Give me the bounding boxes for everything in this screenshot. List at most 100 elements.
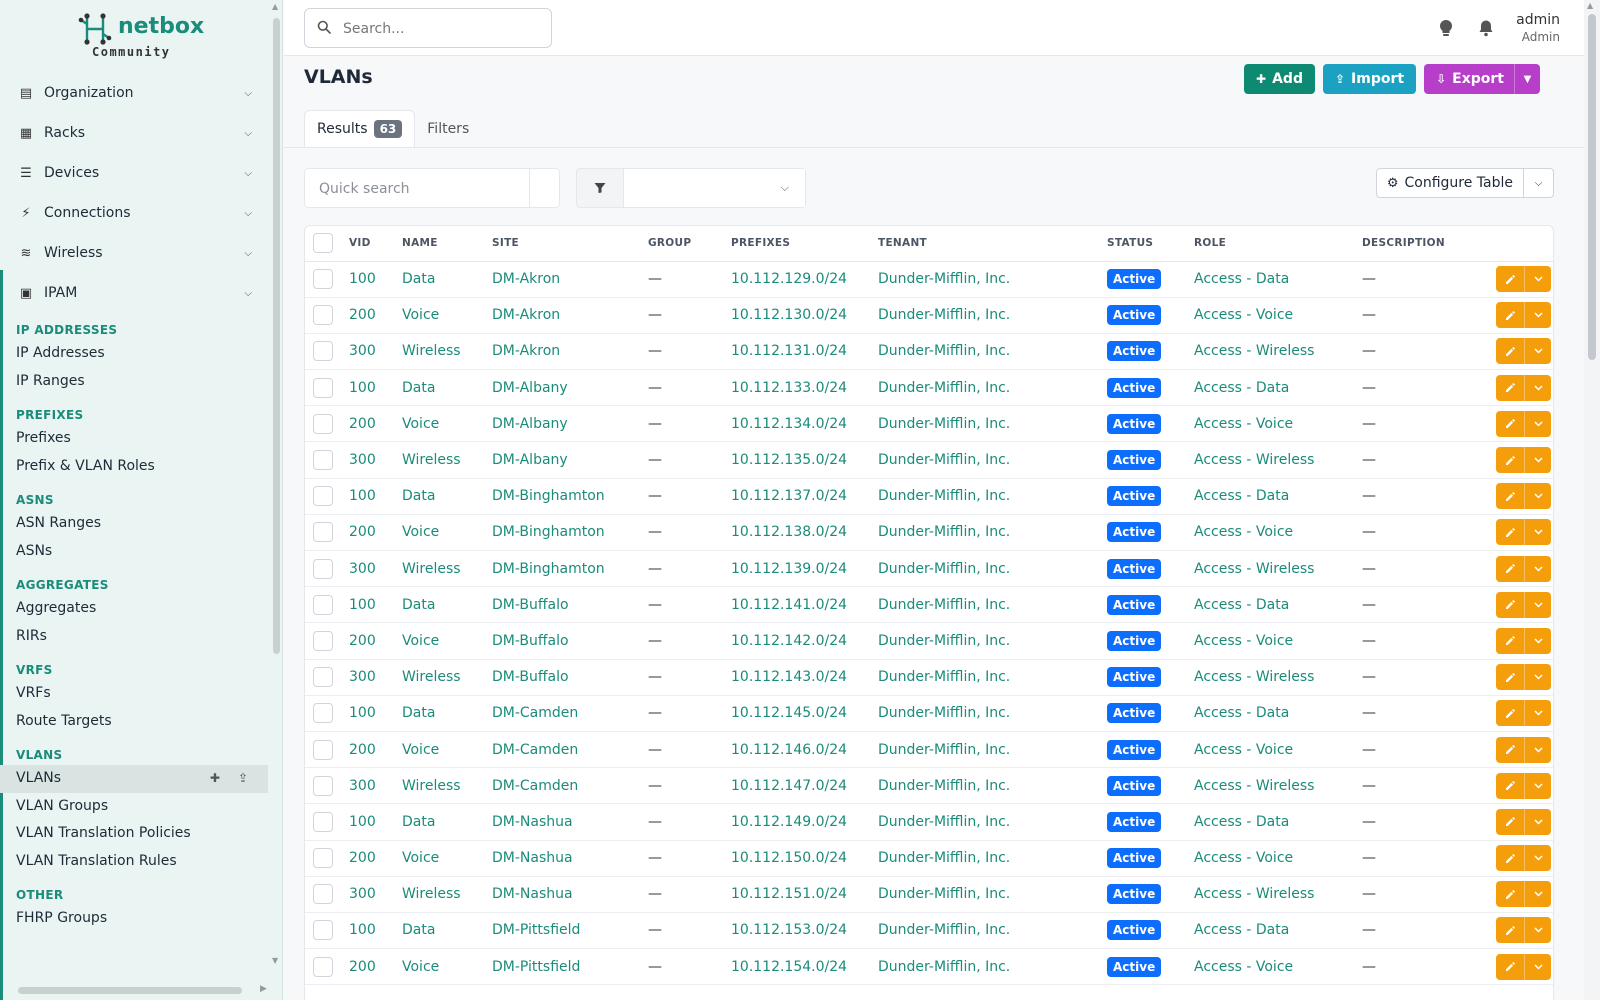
- edit-button[interactable]: [1496, 700, 1524, 727]
- name-link[interactable]: Voice: [402, 850, 439, 866]
- prefixes-link[interactable]: 10.112.139.0/24: [731, 561, 847, 577]
- sidebar-item-connections[interactable]: ⚡ Connections ⌵: [0, 193, 270, 233]
- row-menu-button[interactable]: [1524, 953, 1551, 980]
- upload-icon[interactable]: ⇪: [238, 771, 248, 785]
- prefixes-link[interactable]: 10.112.153.0/24: [731, 922, 847, 938]
- site-link[interactable]: DM-Nashua: [492, 850, 573, 866]
- role-link[interactable]: Access - Voice: [1194, 633, 1293, 649]
- main-vertical-scrollbar[interactable]: ▲: [1584, 0, 1600, 1000]
- edit-button[interactable]: [1496, 338, 1524, 365]
- scroll-right-icon[interactable]: ▶: [260, 984, 267, 994]
- sidebar-link-ip-addresses[interactable]: IP Addresses: [0, 340, 270, 368]
- tenant-link[interactable]: Dunder-Mifflin, Inc.: [878, 597, 1010, 613]
- edit-button[interactable]: [1496, 664, 1524, 691]
- vid-link[interactable]: 200: [349, 524, 376, 540]
- row-menu-button[interactable]: [1524, 447, 1551, 474]
- role-link[interactable]: Access - Data: [1194, 271, 1289, 287]
- prefixes-link[interactable]: 10.112.130.0/24: [731, 307, 847, 323]
- site-link[interactable]: DM-Camden: [492, 742, 578, 758]
- row-menu-button[interactable]: [1524, 736, 1551, 763]
- vid-link[interactable]: 100: [349, 922, 376, 938]
- prefixes-link[interactable]: 10.112.151.0/24: [731, 886, 847, 902]
- configure-table-button[interactable]: ⚙ Configure Table ⌵: [1375, 168, 1554, 198]
- tenant-link[interactable]: Dunder-Mifflin, Inc.: [878, 633, 1010, 649]
- role-link[interactable]: Access - Wireless: [1194, 669, 1314, 685]
- quick-search[interactable]: [304, 168, 560, 208]
- column-header-group[interactable]: GROUP: [648, 226, 731, 262]
- bell-icon[interactable]: [1476, 18, 1496, 38]
- site-link[interactable]: DM-Albany: [492, 416, 568, 432]
- edit-button[interactable]: [1496, 627, 1524, 654]
- edit-button[interactable]: [1496, 519, 1524, 546]
- row-checkbox[interactable]: [313, 884, 333, 905]
- name-link[interactable]: Voice: [402, 633, 439, 649]
- tenant-link[interactable]: Dunder-Mifflin, Inc.: [878, 742, 1010, 758]
- role-link[interactable]: Access - Data: [1194, 488, 1289, 504]
- vid-link[interactable]: 100: [349, 380, 376, 396]
- name-link[interactable]: Voice: [402, 416, 439, 432]
- name-link[interactable]: Wireless: [402, 343, 461, 359]
- prefixes-link[interactable]: 10.112.129.0/24: [731, 271, 847, 287]
- sidebar-link-vlan-translation-policies[interactable]: VLAN Translation Policies: [0, 820, 270, 848]
- scrollbar-thumb[interactable]: [273, 18, 280, 654]
- sidebar-link-ip-ranges[interactable]: IP Ranges: [0, 368, 270, 396]
- role-link[interactable]: Access - Data: [1194, 380, 1289, 396]
- tenant-link[interactable]: Dunder-Mifflin, Inc.: [878, 778, 1010, 794]
- netbox-logo[interactable]: netbox Community: [78, 12, 208, 62]
- vid-link[interactable]: 200: [349, 742, 376, 758]
- lightbulb-icon[interactable]: [1436, 18, 1456, 38]
- row-checkbox[interactable]: [313, 594, 333, 615]
- row-checkbox[interactable]: [313, 667, 333, 688]
- role-link[interactable]: Access - Voice: [1194, 416, 1293, 432]
- sidebar-link-asns[interactable]: ASNs: [0, 538, 270, 566]
- global-search[interactable]: [304, 8, 552, 48]
- vid-link[interactable]: 200: [349, 959, 376, 975]
- site-link[interactable]: DM-Nashua: [492, 814, 573, 830]
- sidebar-link-vlan-groups[interactable]: VLAN Groups: [0, 793, 270, 821]
- prefixes-link[interactable]: 10.112.134.0/24: [731, 416, 847, 432]
- column-header-name[interactable]: NAME: [402, 226, 492, 262]
- vid-link[interactable]: 100: [349, 271, 376, 287]
- row-menu-button[interactable]: [1524, 555, 1551, 582]
- prefixes-link[interactable]: 10.112.145.0/24: [731, 705, 847, 721]
- tenant-link[interactable]: Dunder-Mifflin, Inc.: [878, 452, 1010, 468]
- name-link[interactable]: Voice: [402, 524, 439, 540]
- column-header-tenant[interactable]: TENANT: [878, 226, 1107, 262]
- vid-link[interactable]: 300: [349, 343, 376, 359]
- column-header-description[interactable]: DESCRIPTION: [1362, 226, 1482, 262]
- edit-button[interactable]: [1496, 591, 1524, 618]
- row-menu-button[interactable]: [1524, 410, 1551, 437]
- row-menu-button[interactable]: [1524, 483, 1551, 510]
- tenant-link[interactable]: Dunder-Mifflin, Inc.: [878, 561, 1010, 577]
- scrollbar-thumb[interactable]: [18, 987, 242, 994]
- tenant-link[interactable]: Dunder-Mifflin, Inc.: [878, 886, 1010, 902]
- edit-button[interactable]: [1496, 447, 1524, 474]
- column-header-site[interactable]: SITE: [492, 226, 648, 262]
- role-link[interactable]: Access - Wireless: [1194, 343, 1314, 359]
- role-link[interactable]: Access - Data: [1194, 814, 1289, 830]
- select-all-checkbox[interactable]: [313, 233, 333, 254]
- row-menu-button[interactable]: [1524, 664, 1551, 691]
- column-header-vid[interactable]: VID: [349, 226, 402, 262]
- site-link[interactable]: DM-Pittsfield: [492, 922, 580, 938]
- vid-link[interactable]: 200: [349, 307, 376, 323]
- row-checkbox[interactable]: [313, 486, 333, 507]
- sidebar-horizontal-scrollbar[interactable]: ▶: [0, 984, 270, 996]
- role-link[interactable]: Access - Wireless: [1194, 561, 1314, 577]
- name-link[interactable]: Wireless: [402, 886, 461, 902]
- role-link[interactable]: Access - Voice: [1194, 959, 1293, 975]
- edit-button[interactable]: [1496, 266, 1524, 293]
- sidebar-item-organization[interactable]: ▤ Organization ⌵: [0, 73, 270, 113]
- row-checkbox[interactable]: [313, 630, 333, 651]
- column-header-prefixes[interactable]: PREFIXES: [731, 226, 878, 262]
- row-checkbox[interactable]: [313, 703, 333, 724]
- site-link[interactable]: DM-Albany: [492, 452, 568, 468]
- row-checkbox[interactable]: [313, 305, 333, 326]
- name-link[interactable]: Voice: [402, 742, 439, 758]
- name-link[interactable]: Data: [402, 922, 435, 938]
- sidebar-item-wireless[interactable]: ≋ Wireless ⌵: [0, 233, 270, 273]
- edit-button[interactable]: [1496, 845, 1524, 872]
- edit-button[interactable]: [1496, 917, 1524, 944]
- row-checkbox[interactable]: [313, 450, 333, 471]
- vid-link[interactable]: 300: [349, 886, 376, 902]
